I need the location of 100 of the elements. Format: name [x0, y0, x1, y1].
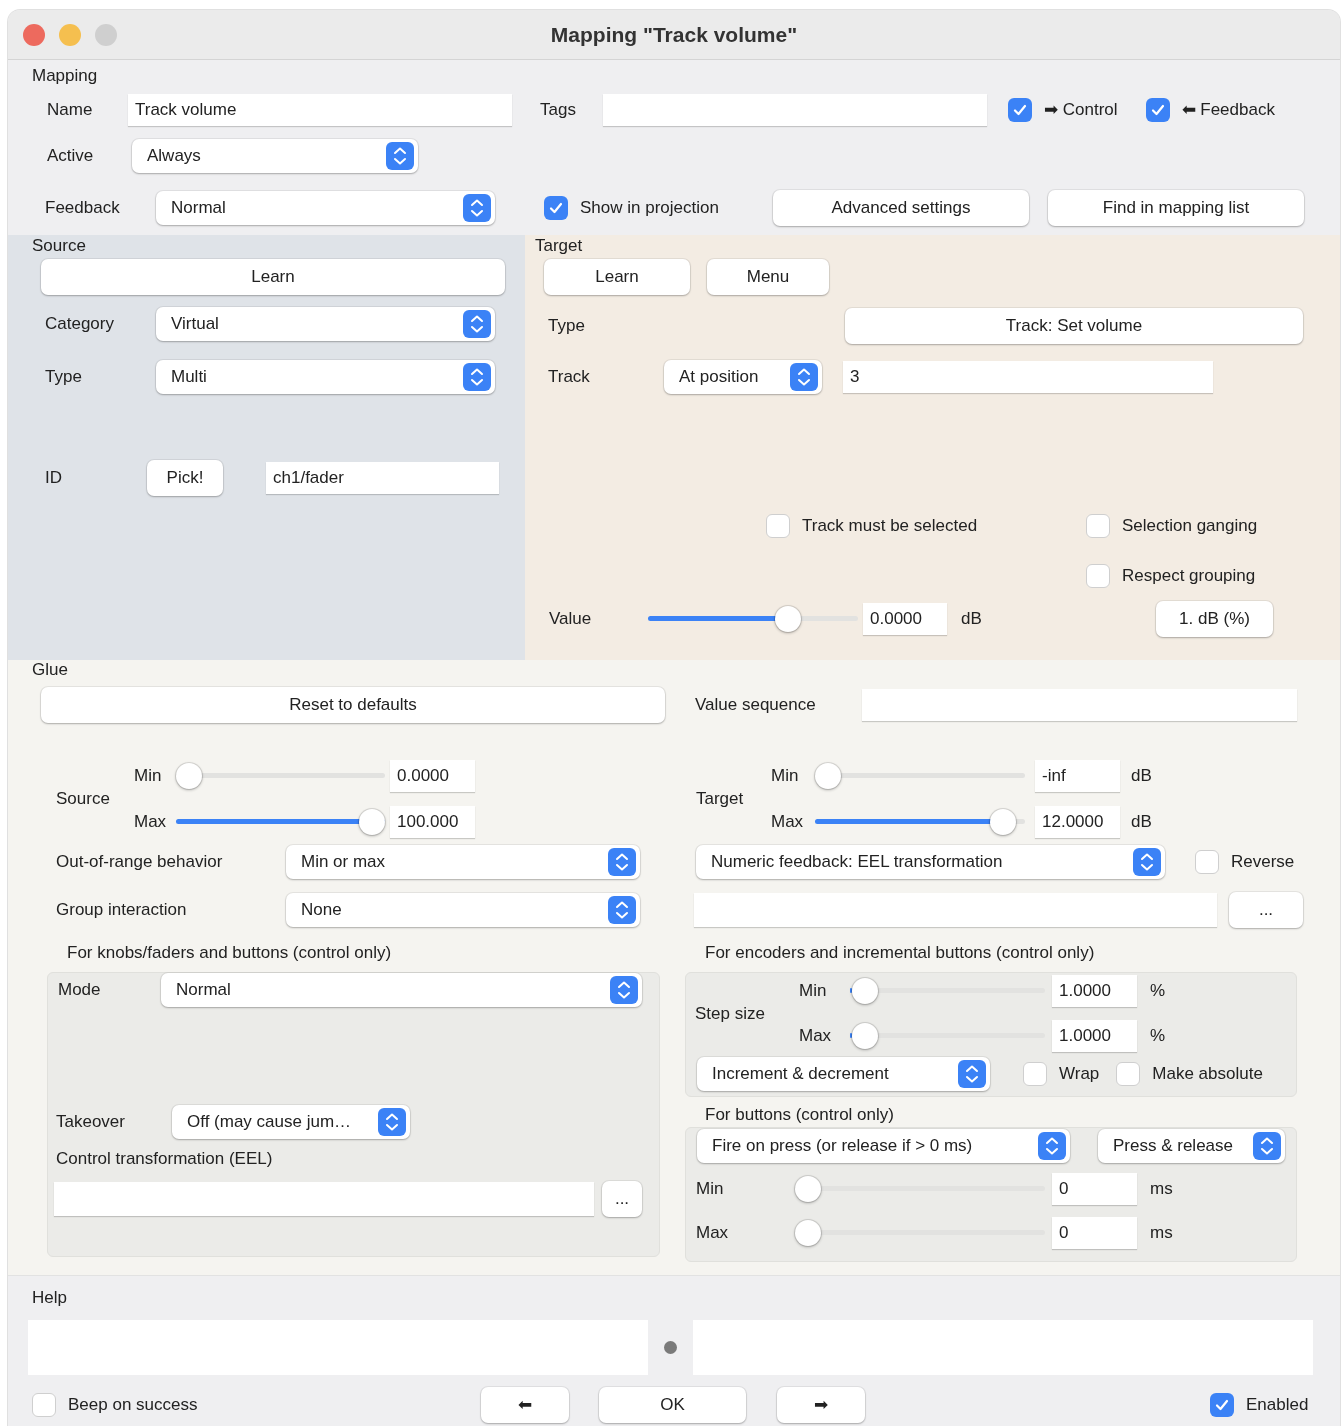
checkbox[interactable] — [1145, 98, 1170, 122]
field-label: ID — [45, 467, 63, 490]
menu-button[interactable]: Menu — [707, 259, 829, 295]
checkbox[interactable] — [1116, 1062, 1141, 1086]
text-field[interactable]: Track volume — [128, 94, 512, 126]
advanced-settings-button[interactable]: Advanced settings — [773, 190, 1029, 226]
checkbox-label: ⬅ Feedback — [1181, 99, 1275, 122]
field-label: Control transformation (EEL) — [56, 1148, 273, 1171]
field-label: Min — [134, 765, 163, 788]
field-label: Value sequence — [695, 694, 817, 717]
field-label: Max — [799, 1025, 833, 1048]
text-field[interactable]: 100.000 — [390, 806, 475, 838]
checkbox[interactable] — [1086, 564, 1110, 588]
unit-label: dB — [961, 608, 983, 631]
stepper-icon — [958, 1060, 986, 1088]
text-field[interactable]: ch1/fader — [266, 462, 499, 494]
dropdown[interactable]: At position — [664, 360, 822, 394]
text-field[interactable]: 3 — [843, 361, 1213, 393]
target-type-button[interactable]: Track: Set volume — [845, 308, 1303, 344]
minimize-button[interactable] — [59, 23, 81, 46]
text-field[interactable] — [694, 893, 1217, 927]
slider[interactable] — [850, 978, 1045, 1004]
ok-button[interactable]: OK — [599, 1387, 746, 1423]
dropdown[interactable]: Virtual — [156, 307, 495, 341]
checkbox[interactable] — [1195, 850, 1219, 874]
learn-button[interactable]: Learn — [544, 259, 690, 295]
zoom-button[interactable] — [95, 23, 117, 46]
unit-label: % — [1150, 980, 1166, 1003]
text-field[interactable] — [603, 94, 987, 126]
text-field[interactable] — [54, 1182, 594, 1216]
checkbox-label: Beep on success — [68, 1394, 198, 1417]
checkbox[interactable] — [1086, 514, 1110, 538]
dropdown[interactable]: Numeric feedback: EEL transformation — [696, 845, 1165, 879]
text-field[interactable]: 0 — [1052, 1173, 1137, 1205]
window-title: Mapping "Track volume" — [550, 21, 798, 48]
stepper-icon — [790, 363, 818, 391]
stepper-icon — [1253, 1132, 1281, 1160]
dropdown[interactable]: Off (may cause jum… — [172, 1105, 410, 1139]
text-field[interactable]: 1.0000 — [1052, 975, 1137, 1007]
slider[interactable] — [815, 763, 1025, 789]
group-heading: For buttons (control only) — [705, 1104, 894, 1127]
checkbox[interactable] — [1023, 1062, 1047, 1086]
dropdown[interactable]: Increment & decrement — [697, 1057, 990, 1091]
learn-button[interactable]: Learn — [41, 259, 505, 295]
field-label: Max — [134, 811, 168, 834]
unit-button[interactable]: 1. dB (%) — [1156, 601, 1273, 637]
unit-label: % — [1150, 1025, 1166, 1048]
reset-button[interactable]: Reset to defaults — [41, 687, 665, 723]
checkmark-icon — [548, 200, 564, 216]
stepper-icon — [386, 142, 414, 170]
text-field[interactable]: 0.0000 — [863, 603, 947, 635]
checkbox[interactable] — [32, 1393, 56, 1417]
field-label: Type — [45, 366, 83, 389]
field-label: Feedback — [45, 197, 121, 220]
slider[interactable] — [648, 606, 858, 632]
stepper-icon — [608, 896, 636, 924]
find-button[interactable]: Find in mapping list — [1048, 190, 1304, 226]
slider[interactable] — [815, 809, 1025, 835]
pick-button[interactable]: Pick! — [147, 460, 223, 496]
checkbox[interactable] — [544, 196, 568, 220]
previous-button[interactable]: ⬅ — [481, 1387, 569, 1423]
slider[interactable] — [176, 809, 385, 835]
slider[interactable] — [850, 1023, 1045, 1049]
text-field[interactable]: 1.0000 — [1052, 1020, 1137, 1052]
next-button[interactable]: ➡ — [777, 1387, 865, 1423]
field-label: Track — [548, 366, 591, 389]
dropdown[interactable]: Multi — [156, 360, 495, 394]
text-field[interactable] — [862, 689, 1297, 721]
text-field[interactable]: 0.0000 — [390, 760, 475, 792]
dropdown[interactable]: Normal — [156, 191, 495, 225]
slider[interactable] — [176, 763, 385, 789]
text-field[interactable]: 12.0000 — [1035, 806, 1120, 838]
checkbox-label: Respect grouping — [1122, 565, 1256, 588]
dropdown[interactable]: Fire on press (or release if > 0 ms) — [697, 1129, 1070, 1163]
dropdown[interactable]: None — [286, 893, 640, 927]
dropdown[interactable]: Normal — [161, 973, 642, 1007]
checkbox[interactable] — [1210, 1393, 1234, 1417]
close-button[interactable] — [23, 23, 45, 46]
text-field[interactable]: -inf — [1035, 760, 1120, 792]
checkmark-icon — [1214, 1397, 1230, 1413]
dropdown[interactable]: Min or max — [286, 845, 640, 879]
stepper-icon — [1133, 848, 1161, 876]
section-heading: Target — [535, 236, 583, 256]
checkbox[interactable] — [766, 514, 790, 538]
slider[interactable] — [795, 1176, 1045, 1202]
checkmark-icon — [1149, 102, 1166, 118]
field-label: Tags — [540, 99, 577, 122]
dropdown[interactable]: Press & release — [1098, 1129, 1285, 1163]
stepper-icon — [463, 363, 491, 391]
more-button[interactable]: ... — [602, 1181, 642, 1217]
slider[interactable] — [795, 1220, 1045, 1246]
text-field[interactable]: 0 — [1052, 1217, 1137, 1249]
field-label: Target — [696, 788, 745, 811]
field-label: Min — [771, 765, 800, 788]
section-heading: Mapping — [32, 66, 98, 86]
more-button[interactable]: ... — [1229, 892, 1303, 928]
dropdown[interactable]: Always — [132, 139, 418, 173]
field-label: Value — [549, 608, 593, 631]
checkbox-label: Reverse — [1231, 851, 1295, 874]
checkbox[interactable] — [1008, 98, 1032, 122]
